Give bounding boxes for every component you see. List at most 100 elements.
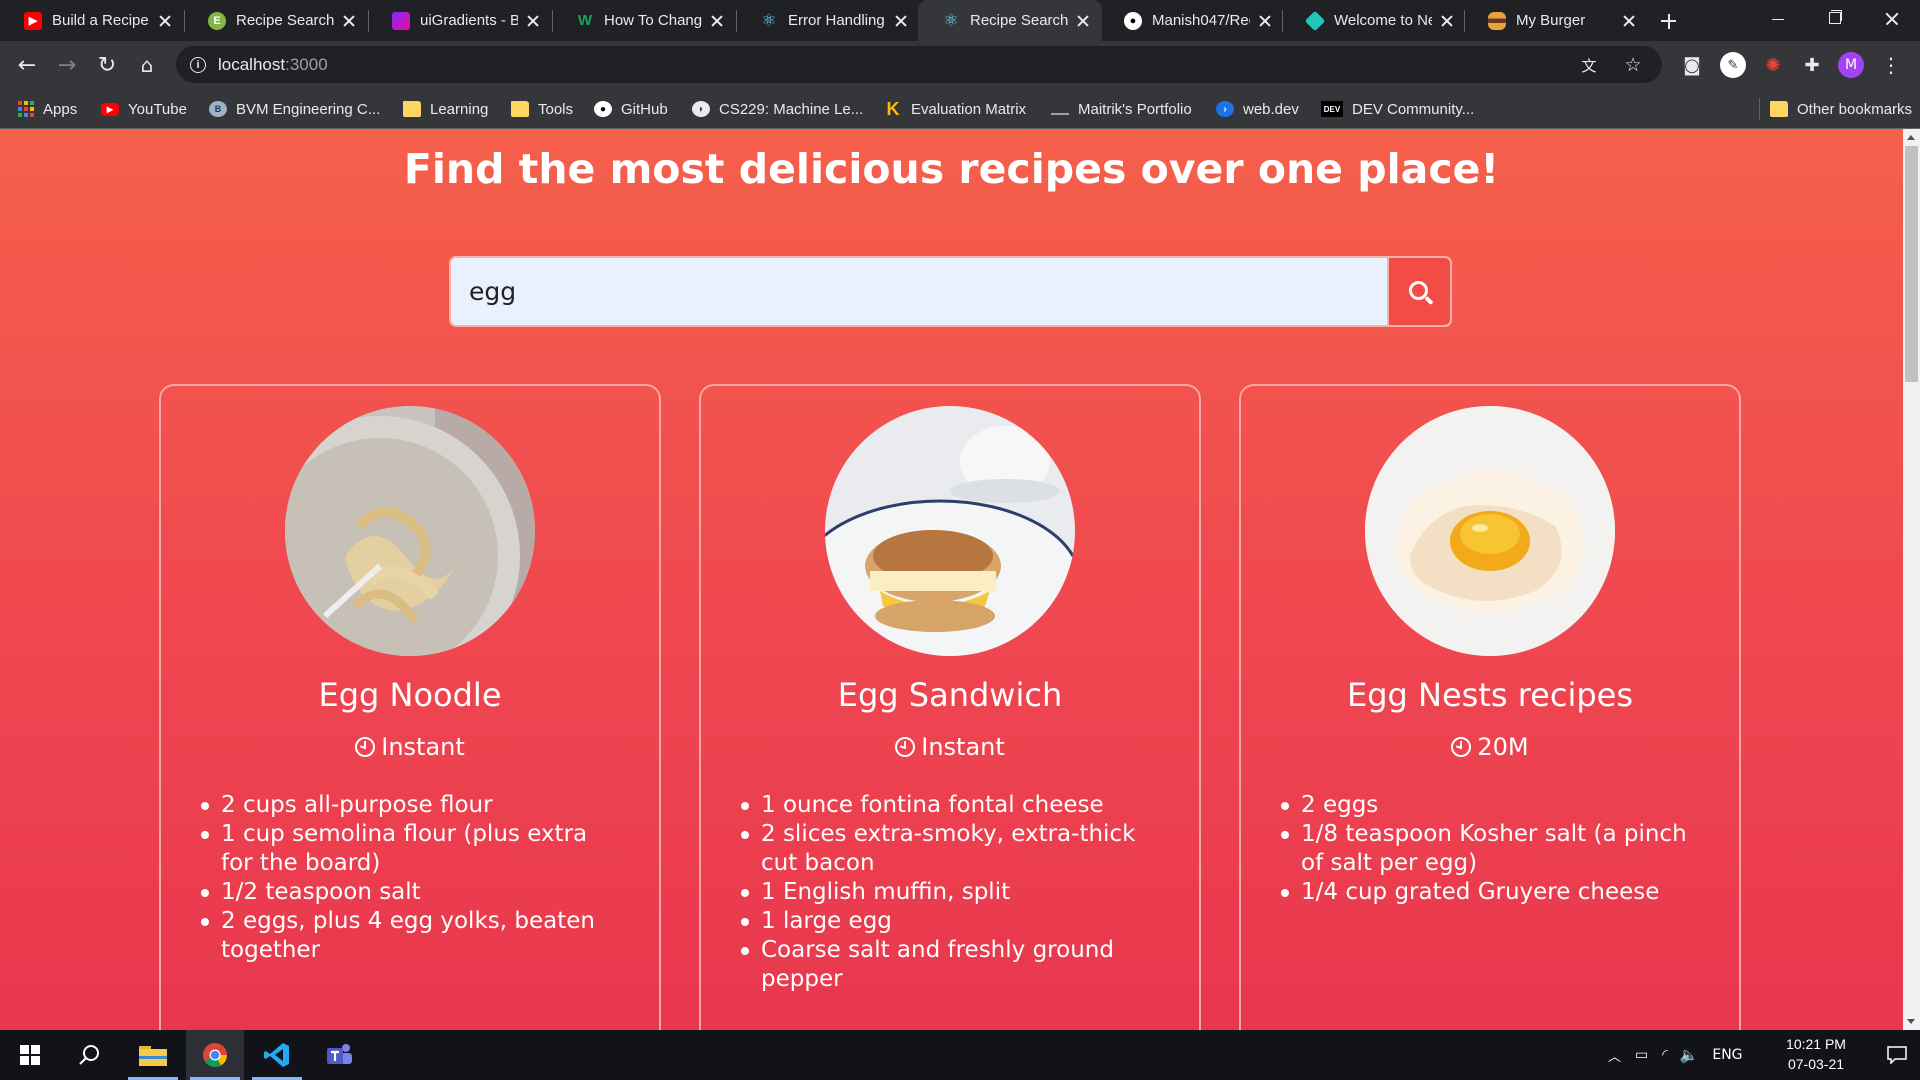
extensions-puzzle-icon[interactable]: ✚ <box>1799 52 1825 78</box>
browser-menu-icon[interactable]: ⋮ <box>1878 52 1904 78</box>
volume-icon[interactable]: 🔈 <box>1680 1046 1699 1064</box>
close-tab-icon[interactable] <box>1074 12 1092 30</box>
bookmark-portfolio[interactable]: Maitrik's Portfolio <box>1051 98 1192 120</box>
bookmarks-bar: Apps ▶ YouTube B BVM Engineering C... Le… <box>0 88 1920 129</box>
new-tab-button[interactable] <box>1655 8 1681 34</box>
netlify-icon <box>1304 10 1326 31</box>
scroll-down-arrow-icon[interactable] <box>1907 1019 1915 1024</box>
address-bar[interactable]: i localhost:3000 文 ☆ <box>176 46 1662 83</box>
bookmark-evaluation-matrix[interactable]: K Evaluation Matrix <box>884 98 1027 120</box>
windows-start-button[interactable] <box>1 1030 59 1080</box>
clock-time: 10:21 PM <box>1786 1036 1846 1052</box>
tab-recipe-search-active[interactable]: ⚛ Recipe Search <box>918 0 1102 41</box>
wifi-icon[interactable]: ◜ <box>1662 1047 1667 1063</box>
reload-icon[interactable]: ↻ <box>92 50 122 80</box>
tab-title: Welcome to Ne <box>1334 12 1432 29</box>
bookmark-other-folder[interactable]: Other bookmarks <box>1759 98 1912 120</box>
tab-uigradients[interactable]: uiGradients - Be <box>368 0 552 41</box>
ingredient-item: 1/2 teaspoon salt <box>201 878 621 907</box>
battery-icon[interactable]: ▭ <box>1635 1047 1648 1063</box>
close-window-button[interactable] <box>1862 0 1920 38</box>
camera-extension-icon[interactable]: ◙ <box>1679 52 1705 78</box>
close-tab-icon[interactable] <box>708 12 726 30</box>
tab-recipe-search-envato[interactable]: E Recipe Search A <box>184 0 368 41</box>
ingredient-item: 2 slices extra-smoky, extra-thick cut ba… <box>741 820 1161 878</box>
page-scrollbar[interactable] <box>1903 129 1920 1030</box>
youtube-icon: ▶ <box>24 11 42 30</box>
bookmark-apps[interactable]: Apps <box>18 98 77 120</box>
close-tab-icon[interactable] <box>524 12 542 30</box>
close-tab-icon[interactable] <box>1256 12 1274 30</box>
page-viewport: Find the most delicious recipes over one… <box>0 129 1903 1030</box>
taskbar-vscode[interactable] <box>248 1030 306 1080</box>
taskbar-file-explorer[interactable] <box>124 1030 182 1080</box>
extension-pen-icon[interactable]: ✎ <box>1720 52 1746 78</box>
close-tab-icon[interactable] <box>1438 12 1456 30</box>
back-arrow-icon[interactable]: ← <box>12 50 42 80</box>
teams-icon <box>327 1044 352 1064</box>
url-host: localhost <box>218 54 286 74</box>
ingredient-item: 1/8 teaspoon Kosher salt (a pinch of sal… <box>1281 820 1701 878</box>
site-info-icon[interactable]: i <box>190 56 206 73</box>
search-button[interactable] <box>1387 258 1450 325</box>
tab-netlify[interactable]: Welcome to Ne <box>1282 0 1466 41</box>
react-icon: ⚛ <box>761 10 777 31</box>
bookmark-github[interactable]: ● GitHub <box>594 98 668 120</box>
folder-icon <box>511 101 529 117</box>
uigradients-icon <box>392 11 410 30</box>
bookmark-label: DEV Community... <box>1352 100 1475 118</box>
forward-arrow-icon[interactable]: → <box>52 50 82 80</box>
windows-start-icon <box>20 1045 40 1065</box>
close-tab-icon[interactable] <box>340 12 358 30</box>
close-tab-icon[interactable] <box>1620 12 1638 30</box>
tab-title: My Burger <box>1516 12 1586 29</box>
bookmark-dev-community[interactable]: DEV DEV Community... <box>1321 98 1474 120</box>
tab-build-a-recipe[interactable]: ▶ Build a Recipe A <box>0 0 184 41</box>
bookmark-bvm[interactable]: B BVM Engineering C... <box>209 98 380 120</box>
cs229-icon: ◗ <box>692 101 710 117</box>
profile-avatar[interactable]: M <box>1838 52 1864 78</box>
bookmark-learning-folder[interactable]: Learning <box>403 98 488 120</box>
bookmark-youtube[interactable]: ▶ YouTube <box>101 98 187 120</box>
bookmark-star-icon[interactable]: ☆ <box>1620 52 1646 78</box>
minimize-window-button[interactable] <box>1749 0 1807 38</box>
search-input[interactable] <box>451 258 1379 325</box>
recipe-title: Egg Sandwich <box>837 676 1063 714</box>
close-tab-icon[interactable] <box>156 12 174 30</box>
tab-title: Build a Recipe A <box>52 12 150 29</box>
tab-error-handling[interactable]: ⚛ Error Handling <box>736 0 920 41</box>
bug-extension-icon[interactable]: ✺ <box>1760 52 1786 78</box>
close-tab-icon[interactable] <box>892 12 910 30</box>
tab-my-burger[interactable]: My Burger <box>1464 0 1648 41</box>
github-icon: ● <box>594 101 612 117</box>
notification-center-button[interactable] <box>1874 1030 1920 1080</box>
show-hidden-icons-icon[interactable]: ︿ <box>1608 1046 1621 1065</box>
bookmark-label: Learning <box>430 100 489 118</box>
tab-how-to-change[interactable]: W How To Change <box>552 0 736 41</box>
tab-title: uiGradients - Be <box>420 12 518 29</box>
bookmark-cs229[interactable]: ◗ CS229: Machine Le... <box>692 98 863 120</box>
translate-icon[interactable]: 文 <box>1576 52 1602 78</box>
ingredient-list: 1 ounce fontina fontal cheese 2 slices e… <box>741 791 1161 994</box>
home-icon[interactable]: ⌂ <box>132 50 162 80</box>
system-clock[interactable]: 10:21 PM 07-03-21 <box>1772 1034 1860 1074</box>
scrollbar-thumb[interactable] <box>1905 146 1918 382</box>
restore-window-button[interactable] <box>1805 0 1863 38</box>
taskbar-teams[interactable] <box>310 1030 368 1080</box>
search-icon <box>79 1045 99 1065</box>
tab-github-repo[interactable]: ● Manish047/Rec <box>1100 0 1284 41</box>
taskbar-search-button[interactable] <box>60 1030 118 1080</box>
bookmark-webdev[interactable]: › web.dev <box>1216 98 1299 120</box>
bookmark-tools-folder[interactable]: Tools <box>511 98 573 120</box>
taskbar-chrome[interactable] <box>186 1030 244 1080</box>
recipe-title: Egg Nests recipes <box>1347 676 1633 714</box>
k-icon: K <box>886 98 900 119</box>
scroll-up-arrow-icon[interactable] <box>1907 135 1915 140</box>
clock-icon <box>355 737 376 757</box>
language-indicator[interactable]: ENG <box>1712 1047 1742 1063</box>
portfolio-icon <box>1051 103 1069 115</box>
ingredient-item: 1 ounce fontina fontal cheese <box>741 791 1161 820</box>
search-icon <box>1408 280 1428 300</box>
webdev-icon: › <box>1216 101 1234 117</box>
bookmark-label: Maitrik's Portfolio <box>1078 100 1192 118</box>
